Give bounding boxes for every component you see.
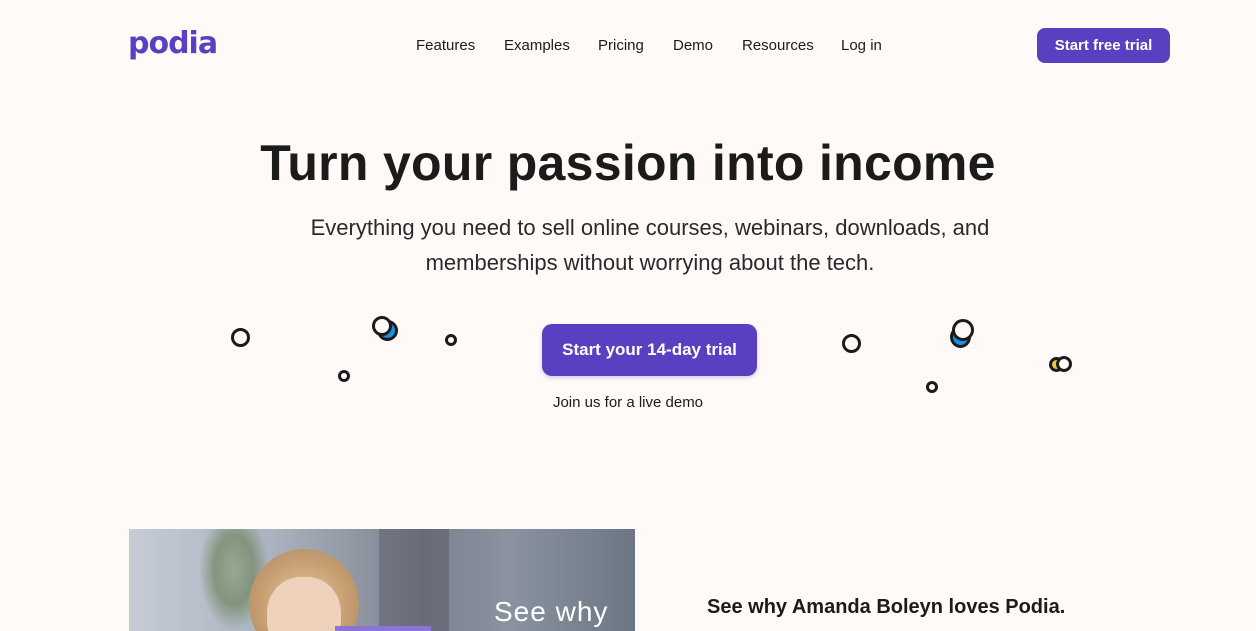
nav-demo[interactable]: Demo (673, 36, 713, 56)
bubble-decoration (842, 334, 861, 353)
page: podia Features Examples Pricing Demo Res… (0, 0, 1256, 631)
bubble-decoration (1056, 356, 1072, 372)
testimonial-video[interactable]: See why (129, 529, 635, 631)
bubble-decoration (338, 370, 350, 382)
live-demo-link[interactable]: Join us for a live demo (0, 394, 1256, 412)
bubble-decoration (952, 319, 974, 341)
hero-title: Turn your passion into income (260, 135, 996, 191)
nav-examples[interactable]: Examples (504, 36, 570, 56)
start-trial-button[interactable]: Start your 14-day trial (542, 324, 757, 376)
video-pillar-background (379, 529, 449, 631)
bubble-decoration (231, 328, 250, 347)
bubble-decoration (372, 316, 392, 336)
testimonial-title: See why Amanda Boleyn loves Podia. (707, 596, 1066, 618)
video-accent-bar (335, 626, 431, 631)
nav-resources[interactable]: Resources (742, 36, 814, 56)
bubble-decoration (445, 334, 457, 346)
video-overlay-text: See why (494, 596, 609, 627)
bubble-decoration (926, 381, 938, 393)
nav-log-in[interactable]: Log in (841, 36, 882, 56)
hero-subtitle: Everything you need to sell online cours… (310, 215, 990, 275)
start-free-trial-button[interactable]: Start free trial (1037, 28, 1170, 63)
nav-features[interactable]: Features (416, 36, 475, 56)
nav-pricing[interactable]: Pricing (598, 36, 644, 56)
